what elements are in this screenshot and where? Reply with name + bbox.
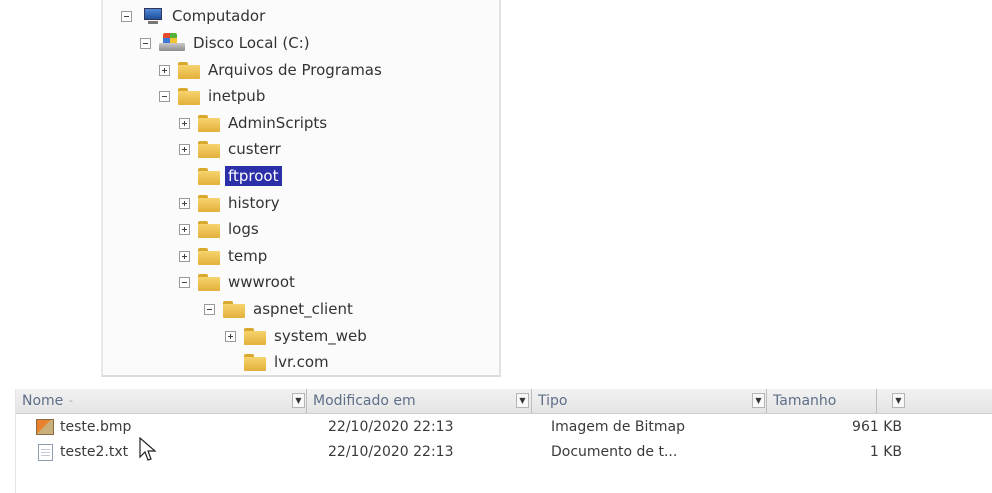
tree-node-history[interactable]: history bbox=[179, 190, 280, 216]
bitmap-file-icon bbox=[36, 419, 54, 435]
column-header-label: Tamanho bbox=[773, 393, 837, 409]
expand-toggle-icon[interactable] bbox=[179, 223, 190, 235]
folder-icon bbox=[244, 353, 266, 371]
mouse-cursor-icon bbox=[139, 437, 157, 461]
tree-node-system-web[interactable]: system_web bbox=[225, 323, 367, 349]
folder-icon bbox=[198, 220, 220, 238]
tree-node-arquivos-de-programas[interactable]: Arquivos de Programas bbox=[159, 57, 382, 83]
tree-node-lvr-com[interactable]: lvr.com bbox=[225, 349, 329, 375]
tree-node-label: Computador bbox=[172, 7, 266, 25]
column-header-nome[interactable]: Nome - bbox=[16, 389, 307, 413]
file-modified: 22/10/2020 22:13 bbox=[328, 419, 454, 435]
tree-node-label: Disco Local (C:) bbox=[193, 34, 310, 52]
tree-node-logs[interactable]: logs bbox=[179, 216, 259, 242]
tree-node-label: AdminScripts bbox=[228, 114, 328, 132]
collapse-toggle-icon[interactable] bbox=[159, 90, 170, 102]
tree-node-custerr[interactable]: custerr bbox=[179, 136, 281, 162]
column-header-tipo[interactable]: Tipo bbox=[532, 389, 767, 413]
file-row-teste2-txt[interactable]: teste2.txt 22/10/2020 22:13 Documento de… bbox=[16, 441, 992, 465]
column-filter-dropdown-icon[interactable]: ▼ bbox=[516, 393, 529, 408]
tree-node-inetpub[interactable]: inetpub bbox=[159, 83, 265, 109]
expand-toggle-icon[interactable] bbox=[159, 64, 170, 76]
file-size: 961 KB bbox=[852, 419, 902, 435]
tree-node-label: Arquivos de Programas bbox=[208, 61, 382, 79]
file-row-teste-bmp[interactable]: teste.bmp 22/10/2020 22:13 Imagem de Bit… bbox=[16, 416, 992, 440]
tree-node-label: system_web bbox=[274, 327, 367, 345]
tree-node-aspnet-client[interactable]: aspnet_client bbox=[204, 296, 353, 322]
folder-icon bbox=[198, 247, 220, 265]
file-list-view: Nome - ▼ Modificado em ▼ Tipo ▼ Tamanho … bbox=[15, 389, 992, 493]
expand-toggle-icon[interactable] bbox=[179, 250, 190, 262]
file-modified: 22/10/2020 22:13 bbox=[328, 444, 454, 460]
collapse-toggle-icon[interactable] bbox=[121, 10, 132, 22]
column-header-modificado-em[interactable]: Modificado em bbox=[307, 389, 532, 413]
folder-icon bbox=[198, 114, 220, 132]
collapse-toggle-icon[interactable] bbox=[204, 303, 215, 315]
sort-indicator-icon: - bbox=[69, 395, 73, 407]
file-name: teste.bmp bbox=[60, 419, 132, 435]
tree-node-adminscripts[interactable]: AdminScripts bbox=[179, 110, 327, 136]
tree-node-temp[interactable]: temp bbox=[179, 243, 267, 269]
folder-icon bbox=[198, 167, 220, 185]
tree-node-wwwroot[interactable]: wwwroot bbox=[179, 269, 295, 295]
expand-toggle-icon[interactable] bbox=[179, 197, 190, 209]
tree-node-label: temp bbox=[228, 247, 268, 265]
tree-node-label: history bbox=[228, 194, 280, 212]
folder-icon bbox=[244, 327, 266, 345]
computer-icon bbox=[140, 7, 164, 25]
file-size: 1 KB bbox=[869, 444, 902, 460]
folder-icon bbox=[178, 61, 200, 79]
column-header-label: Tipo bbox=[538, 393, 568, 409]
tree-node-label: lvr.com bbox=[274, 353, 329, 371]
expand-toggle-icon[interactable] bbox=[225, 330, 236, 342]
folder-icon bbox=[198, 194, 220, 212]
expand-toggle-icon[interactable] bbox=[179, 143, 190, 155]
collapse-toggle-icon[interactable] bbox=[140, 37, 151, 49]
column-header-label: Modificado em bbox=[313, 393, 416, 409]
folder-icon bbox=[178, 87, 200, 105]
collapse-toggle-icon[interactable] bbox=[179, 276, 190, 288]
text-file-icon bbox=[38, 444, 53, 461]
tree-node-label: logs bbox=[228, 220, 259, 238]
folder-icon bbox=[198, 273, 220, 291]
folder-icon bbox=[198, 140, 220, 158]
file-name: teste2.txt bbox=[60, 444, 129, 460]
expand-toggle-icon[interactable] bbox=[179, 117, 190, 129]
tree-node-computador[interactable]: Computador bbox=[121, 3, 265, 29]
column-header-label: Nome bbox=[22, 393, 64, 409]
tree-node-label: custerr bbox=[228, 140, 281, 158]
file-type: Documento de t... bbox=[551, 444, 678, 460]
folder-icon bbox=[223, 300, 245, 318]
column-filter-dropdown-icon[interactable]: ▼ bbox=[892, 393, 905, 408]
column-filter-dropdown-icon[interactable]: ▼ bbox=[292, 393, 305, 408]
tree-node-label-selected: ftproot bbox=[225, 166, 282, 186]
column-header-tamanho[interactable]: Tamanho bbox=[767, 389, 877, 413]
column-header-bar: Nome - ▼ Modificado em ▼ Tipo ▼ Tamanho … bbox=[16, 389, 992, 414]
tree-node-ftproot[interactable]: ftproot bbox=[179, 163, 282, 189]
folder-tree-panel: Computador Disco Local (C:) Arquivos de … bbox=[101, 0, 501, 377]
tree-node-label: aspnet_client bbox=[253, 300, 353, 318]
tree-node-disco-local[interactable]: Disco Local (C:) bbox=[140, 30, 310, 56]
file-type: Imagem de Bitmap bbox=[551, 419, 685, 435]
local-drive-icon bbox=[159, 33, 185, 53]
column-filter-dropdown-icon[interactable]: ▼ bbox=[752, 393, 765, 408]
tree-node-label: inetpub bbox=[208, 87, 266, 105]
tree-node-label: wwwroot bbox=[228, 273, 295, 291]
